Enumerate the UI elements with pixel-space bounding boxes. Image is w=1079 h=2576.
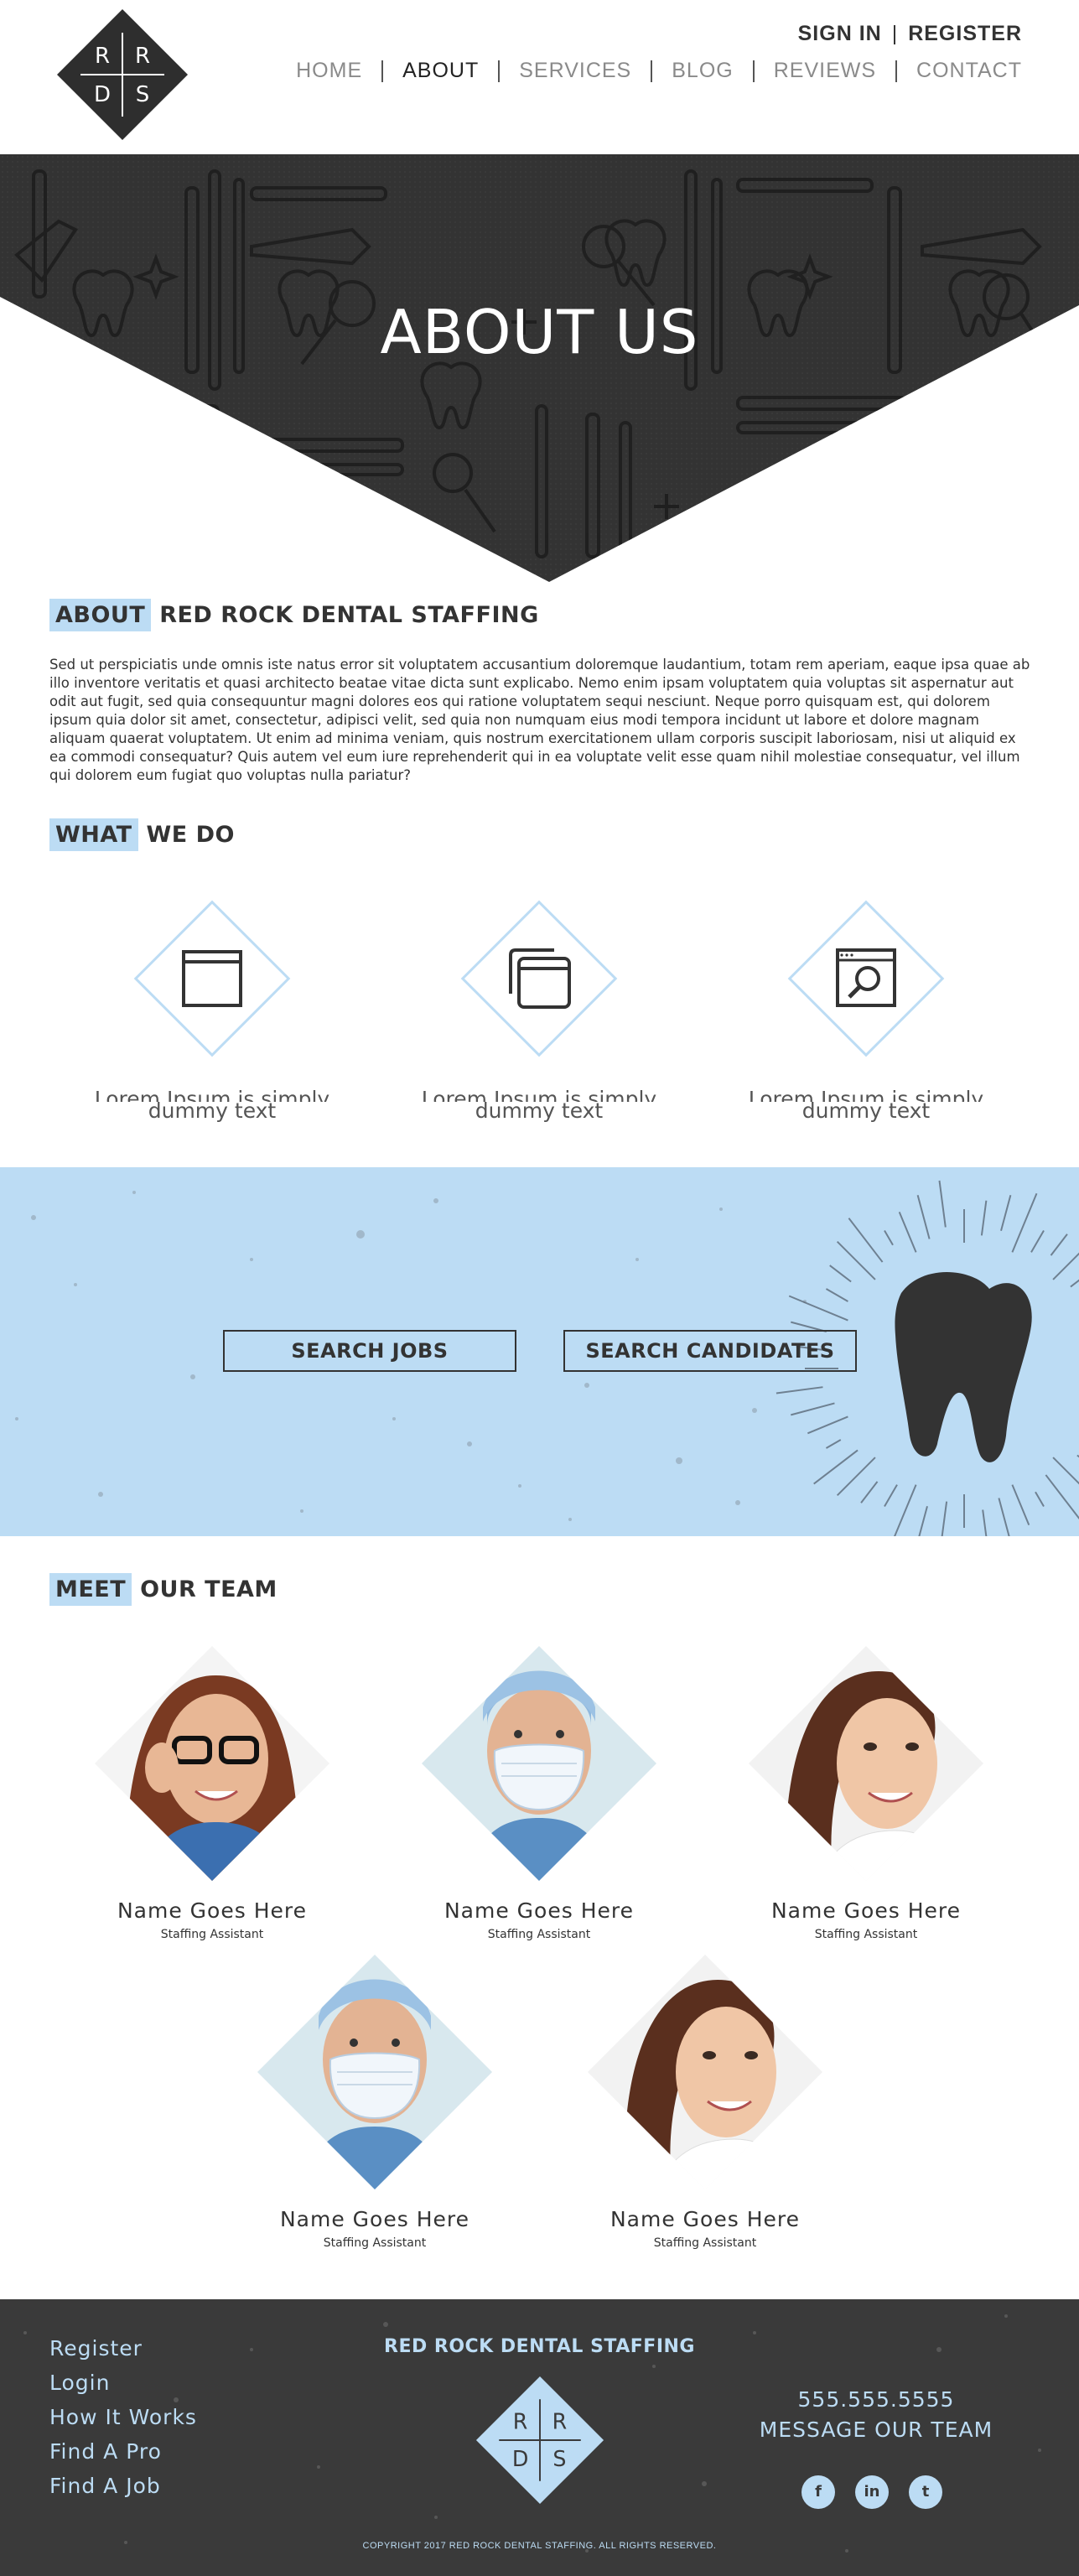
member-photo <box>418 1642 661 1885</box>
service-caption: Lorem Ipsum is simply dummy text <box>86 1090 338 1124</box>
nav-contact[interactable]: CONTACT <box>897 59 1022 83</box>
register-link[interactable]: REGISTER <box>908 22 1022 46</box>
service-caption-line2: dummy text <box>475 1098 604 1123</box>
twitter-icon[interactable]: t <box>909 2475 942 2509</box>
member-role: Staffing Assistant <box>160 1928 264 1941</box>
member-name: Name Goes Here <box>117 1898 307 1923</box>
linkedin-icon[interactable]: in <box>855 2475 889 2509</box>
site-footer: Register Login How It Works Find A Pro F… <box>0 2299 1079 2576</box>
logo-letter: D <box>94 82 111 107</box>
site-header: R R D S SIGN IN | REGISTER HOME ABOUT SE… <box>0 0 1079 154</box>
service-caption: Lorem Ipsum is simply dummy text <box>740 1090 992 1124</box>
footer-link-find-a-job[interactable]: Find A Job <box>49 2474 197 2498</box>
logo-letter: R <box>513 2408 528 2433</box>
service-item[interactable]: Lorem Ipsum is simply dummy text <box>86 899 338 1124</box>
team-heading: MEET OUR TEAM <box>49 1573 278 1606</box>
message-team-link[interactable]: MESSAGE OUR TEAM <box>746 2415 1006 2445</box>
copyright: COPYRIGHT 2017 RED ROCK DENTAL STAFFING.… <box>362 2541 717 2551</box>
nav-home[interactable]: HOME <box>277 59 381 83</box>
search-jobs-button[interactable]: SEARCH JOBS <box>223 1330 516 1372</box>
member-photo <box>584 1950 827 2194</box>
logo-letter: R <box>552 2408 568 2433</box>
footer-link-how-it-works[interactable]: How It Works <box>49 2405 197 2429</box>
stacked-windows-icon <box>509 948 571 1009</box>
footer-link-find-a-pro[interactable]: Find A Pro <box>49 2439 197 2464</box>
service-diamond <box>132 899 292 1058</box>
logo[interactable]: R R D S <box>55 8 189 142</box>
team-member[interactable]: Name Goes Here Staffing Assistant <box>732 1642 1000 1941</box>
surgeon-mask-photo <box>422 1646 656 1881</box>
window-search-icon <box>836 948 896 1007</box>
window-icon <box>182 950 242 1007</box>
about-paragraph: Sed ut perspiciatis unde omnis iste natu… <box>49 657 1030 783</box>
woman-smile-photo <box>749 1646 983 1881</box>
main-nav: HOME ABOUT SERVICES BLOG REVIEWS CONTACT <box>277 59 1022 83</box>
member-name: Name Goes Here <box>610 2207 800 2231</box>
member-role: Staffing Assistant <box>323 2236 427 2250</box>
sign-in-link[interactable]: SIGN IN <box>798 22 882 46</box>
logo-letter: S <box>136 82 150 107</box>
tooth-icon <box>895 1272 1032 1462</box>
auth-links: SIGN IN | REGISTER <box>798 22 1022 46</box>
search-banner: SEARCH JOBS SEARCH CANDIDATES <box>0 1167 1079 1536</box>
woman-smile-photo <box>588 1955 822 2189</box>
member-name: Name Goes Here <box>770 1898 961 1923</box>
about-heading-highlight: ABOUT <box>49 599 152 631</box>
what-we-do-heading-highlight: WHAT <box>49 818 138 851</box>
logo-letter: D <box>512 2446 529 2471</box>
member-name: Name Goes Here <box>444 1898 634 1923</box>
member-photo <box>91 1642 334 1885</box>
facebook-icon[interactable]: f <box>801 2475 835 2509</box>
member-name: Name Goes Here <box>279 2207 469 2231</box>
logo-letter: R <box>135 44 150 69</box>
footer-logo[interactable]: R R D S <box>475 2375 605 2506</box>
member-photo <box>744 1642 988 1885</box>
team-member[interactable]: Name Goes Here Staffing Assistant <box>571 1950 839 2250</box>
member-role: Staffing Assistant <box>487 1928 591 1941</box>
logo-letter: S <box>552 2446 566 2471</box>
team-member[interactable]: Name Goes Here Staffing Assistant <box>78 1642 346 1941</box>
service-item[interactable]: Lorem Ipsum is simply dummy text <box>413 899 665 1124</box>
banner-decoration <box>15 1180 1079 1536</box>
logo-letter: R <box>95 44 110 69</box>
member-role: Staffing Assistant <box>814 1928 918 1941</box>
social-links: f in t <box>801 2475 942 2509</box>
team-heading-rest: OUR TEAM <box>140 1576 278 1602</box>
page-title: ABOUT US <box>380 297 699 367</box>
auth-separator: | <box>891 22 899 45</box>
member-role: Staffing Assistant <box>653 2236 757 2250</box>
nav-services[interactable]: SERVICES <box>500 59 651 83</box>
footer-contact: 555.555.5555 MESSAGE OUR TEAM <box>746 2385 1006 2445</box>
nav-about[interactable]: ABOUT <box>383 59 498 83</box>
woman-glasses-photo <box>95 1646 329 1881</box>
service-diamond <box>786 899 946 1058</box>
nav-reviews[interactable]: REVIEWS <box>755 59 895 83</box>
what-we-do-heading-rest: WE DO <box>146 822 236 848</box>
footer-links: Register Login How It Works Find A Pro F… <box>49 2336 197 2508</box>
surgeon-mask-photo <box>257 1955 492 2189</box>
service-caption-line2: dummy text <box>148 1098 277 1123</box>
footer-phone[interactable]: 555.555.5555 <box>746 2385 1006 2415</box>
about-heading-rest: RED ROCK DENTAL STAFFING <box>159 602 539 628</box>
member-photo <box>253 1950 496 2194</box>
about-heading: ABOUT RED ROCK DENTAL STAFFING <box>49 599 539 631</box>
search-candidates-button[interactable]: SEARCH CANDIDATES <box>563 1330 857 1372</box>
service-caption-line2: dummy text <box>801 1098 931 1123</box>
team-member[interactable]: Name Goes Here Staffing Assistant <box>405 1642 673 1941</box>
team-heading-highlight: MEET <box>49 1573 132 1606</box>
what-we-do-heading: WHAT WE DO <box>49 818 236 851</box>
footer-title: RED ROCK DENTAL STAFFING <box>384 2336 695 2357</box>
footer-link-login[interactable]: Login <box>49 2371 197 2395</box>
team-member[interactable]: Name Goes Here Staffing Assistant <box>241 1950 509 2250</box>
service-item[interactable]: Lorem Ipsum is simply dummy text <box>740 899 992 1124</box>
dental-tools-pattern <box>0 154 1079 582</box>
hero-banner: ABOUT US <box>0 154 1079 582</box>
service-diamond <box>459 899 619 1058</box>
service-caption: Lorem Ipsum is simply dummy text <box>413 1090 665 1124</box>
nav-blog[interactable]: BLOG <box>652 59 752 83</box>
